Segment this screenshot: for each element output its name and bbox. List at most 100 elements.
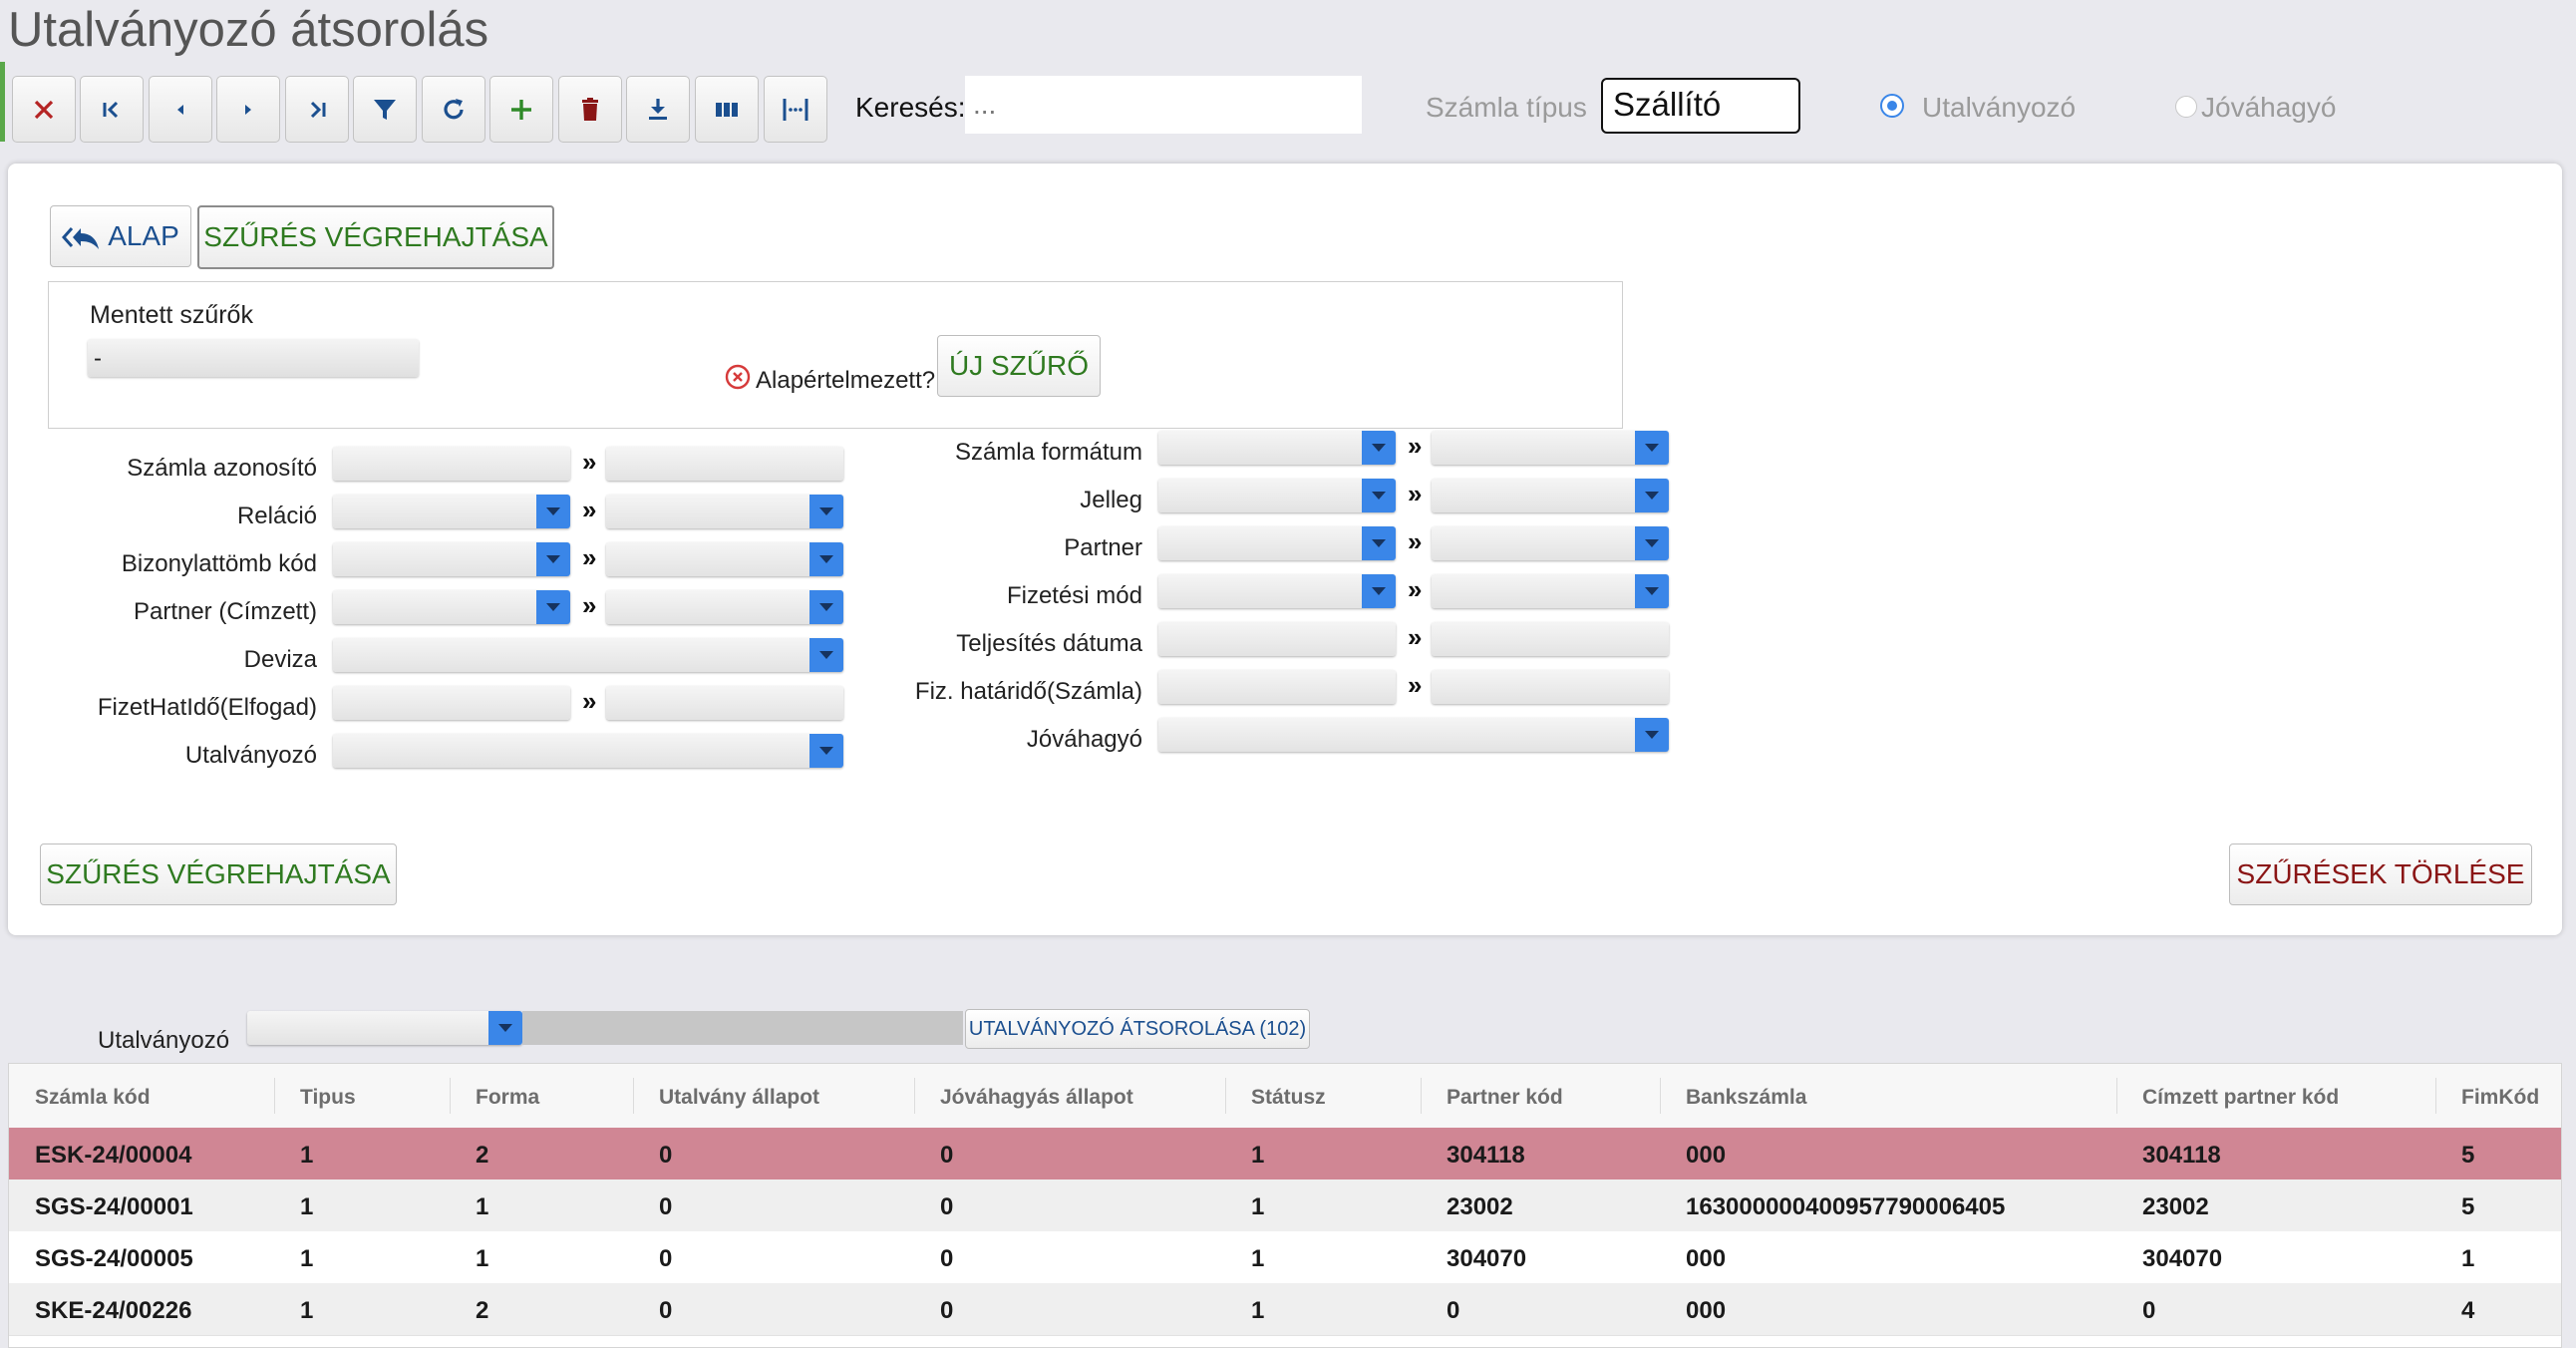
invoice-id-from-input[interactable] xyxy=(333,447,570,481)
col-voucher-state[interactable]: Utalvány állapot xyxy=(659,1086,819,1110)
document-block-from-select[interactable] xyxy=(333,542,570,576)
payment-deadline-accept-from-input[interactable] xyxy=(333,686,570,720)
col-addressee-partner-code[interactable]: Címzett partner kód xyxy=(2142,1086,2339,1110)
chevron-down-icon[interactable] xyxy=(1635,479,1669,512)
saved-filters-select[interactable]: - xyxy=(88,339,419,377)
payment-deadline-invoice-to-input[interactable] xyxy=(1432,670,1669,704)
columns-button[interactable] xyxy=(695,76,759,143)
chevron-down-icon[interactable] xyxy=(809,542,843,576)
col-resize-handle[interactable] xyxy=(914,1078,915,1114)
skip-first-icon xyxy=(103,101,119,118)
delete-button[interactable] xyxy=(558,76,622,143)
partner-from-select[interactable] xyxy=(1158,526,1396,560)
chevron-down-icon[interactable] xyxy=(536,590,570,624)
reassign-button[interactable]: UTALVÁNYOZÓ ÁTSOROLÁSA (102) xyxy=(965,1009,1310,1049)
chevron-down-icon[interactable] xyxy=(1635,574,1669,608)
chevron-down-icon[interactable] xyxy=(536,542,570,576)
invoice-format-to-select[interactable] xyxy=(1432,431,1669,465)
new-filter-button[interactable]: ÚJ SZŰRŐ xyxy=(937,335,1101,397)
chevron-down-icon[interactable] xyxy=(1635,526,1669,560)
clear-filters-button[interactable]: SZŰRÉSEK TÖRLÉSE xyxy=(2229,843,2532,905)
cell-invoice-code: SKE-24/00226 xyxy=(35,1297,192,1324)
col-status[interactable]: Státusz xyxy=(1251,1086,1326,1110)
col-bank-account[interactable]: Bankszámla xyxy=(1686,1086,1806,1110)
payment-deadline-accept-to-input[interactable] xyxy=(606,686,843,720)
col-form[interactable]: Forma xyxy=(476,1086,539,1110)
label-partner-addressee: Partner (Címzett) xyxy=(133,598,317,625)
column-width-button[interactable] xyxy=(764,76,827,143)
chevron-down-icon[interactable] xyxy=(809,734,843,768)
range-separator: » xyxy=(1408,670,1423,700)
completion-date-from-input[interactable] xyxy=(1158,622,1396,656)
payment-method-from-select[interactable] xyxy=(1158,574,1396,608)
chevron-down-icon[interactable] xyxy=(1362,526,1396,560)
nature-to-select[interactable] xyxy=(1432,479,1669,512)
radio-approver[interactable] xyxy=(2175,96,2197,118)
first-record-button[interactable] xyxy=(80,76,144,143)
chevron-down-icon[interactable] xyxy=(1362,479,1396,512)
table-row[interactable]: SKE-24/00226 1 2 0 0 1 0 000 0 4 xyxy=(9,1283,2561,1336)
previous-record-button[interactable] xyxy=(149,76,212,143)
invoice-table: Számla kód Tipus Forma Utalvány állapot … xyxy=(8,1063,2562,1348)
issuer-select[interactable] xyxy=(333,734,843,768)
col-resize-handle[interactable] xyxy=(274,1078,275,1114)
payment-method-to-select[interactable] xyxy=(1432,574,1669,608)
chevron-down-icon[interactable] xyxy=(809,590,843,624)
cell-voucher-state: 0 xyxy=(659,1245,673,1272)
chevron-down-icon[interactable] xyxy=(809,495,843,528)
chevron-down-icon[interactable] xyxy=(488,1011,522,1045)
radio-issuer[interactable] xyxy=(1880,94,1904,118)
basic-button[interactable]: ALAP xyxy=(50,205,191,267)
chevron-down-icon[interactable] xyxy=(536,495,570,528)
partner-addressee-from-select[interactable] xyxy=(333,590,570,624)
search-input[interactable] xyxy=(965,76,1362,134)
reassign-issuer-display xyxy=(522,1011,963,1045)
col-resize-handle[interactable] xyxy=(2435,1078,2436,1114)
invoice-type-field[interactable]: Szállító xyxy=(1601,78,1800,134)
table-row[interactable]: SGS-24/00005 1 1 0 0 1 304070 000 304070… xyxy=(9,1231,2561,1284)
col-resize-handle[interactable] xyxy=(2116,1078,2117,1114)
invoice-id-to-input[interactable] xyxy=(606,447,843,481)
partner-addressee-to-select[interactable] xyxy=(606,590,843,624)
partner-to-select[interactable] xyxy=(1432,526,1669,560)
completion-date-to-input[interactable] xyxy=(1432,622,1669,656)
table-row[interactable]: ESK-24/00004 1 2 0 0 1 304118 000 304118… xyxy=(9,1128,2561,1180)
add-button[interactable] xyxy=(489,76,553,143)
nature-from-select[interactable] xyxy=(1158,479,1396,512)
download-button[interactable] xyxy=(626,76,690,143)
table-row[interactable]: SGS-24/00001 1 1 0 0 1 23002 16300000040… xyxy=(9,1180,2561,1232)
payment-deadline-invoice-from-input[interactable] xyxy=(1158,670,1396,704)
col-resize-handle[interactable] xyxy=(450,1078,451,1114)
col-resize-handle[interactable] xyxy=(633,1078,634,1114)
next-record-button[interactable] xyxy=(216,76,280,143)
col-type[interactable]: Tipus xyxy=(300,1086,356,1110)
refresh-button[interactable] xyxy=(422,76,485,143)
chevron-down-icon[interactable] xyxy=(1635,718,1669,752)
last-record-button[interactable] xyxy=(285,76,349,143)
cell-voucher-state: 0 xyxy=(659,1297,673,1324)
chevron-down-icon[interactable] xyxy=(1635,431,1669,465)
col-approval-state[interactable]: Jóváhagyás állapot xyxy=(940,1086,1133,1110)
filter-button[interactable] xyxy=(353,76,417,143)
apply-filter-top-button[interactable]: SZŰRÉS VÉGREHAJTÁSA xyxy=(197,205,554,269)
col-partner-code[interactable]: Partner kód xyxy=(1447,1086,1563,1110)
chevron-down-icon[interactable] xyxy=(809,638,843,672)
col-resize-handle[interactable] xyxy=(1660,1078,1661,1114)
reassign-issuer-select[interactable] xyxy=(247,1011,522,1045)
col-resize-handle[interactable] xyxy=(1421,1078,1422,1114)
col-fim-code[interactable]: FimKód xyxy=(2461,1086,2539,1110)
col-resize-handle[interactable] xyxy=(1225,1078,1226,1114)
relation-from-select[interactable] xyxy=(333,495,570,528)
chevron-down-icon[interactable] xyxy=(1362,431,1396,465)
close-button[interactable] xyxy=(12,76,76,143)
currency-select[interactable] xyxy=(333,638,843,672)
invoice-format-from-select[interactable] xyxy=(1158,431,1396,465)
apply-filter-bottom-button[interactable]: SZŰRÉS VÉGREHAJTÁSA xyxy=(40,843,397,905)
chevron-down-icon[interactable] xyxy=(1362,574,1396,608)
relation-to-select[interactable] xyxy=(606,495,843,528)
document-block-to-select[interactable] xyxy=(606,542,843,576)
circle-x-icon[interactable] xyxy=(724,363,752,391)
col-invoice-code[interactable]: Számla kód xyxy=(35,1086,151,1110)
approver-select[interactable] xyxy=(1158,718,1669,752)
cell-partner-code: 304070 xyxy=(1447,1245,1527,1272)
